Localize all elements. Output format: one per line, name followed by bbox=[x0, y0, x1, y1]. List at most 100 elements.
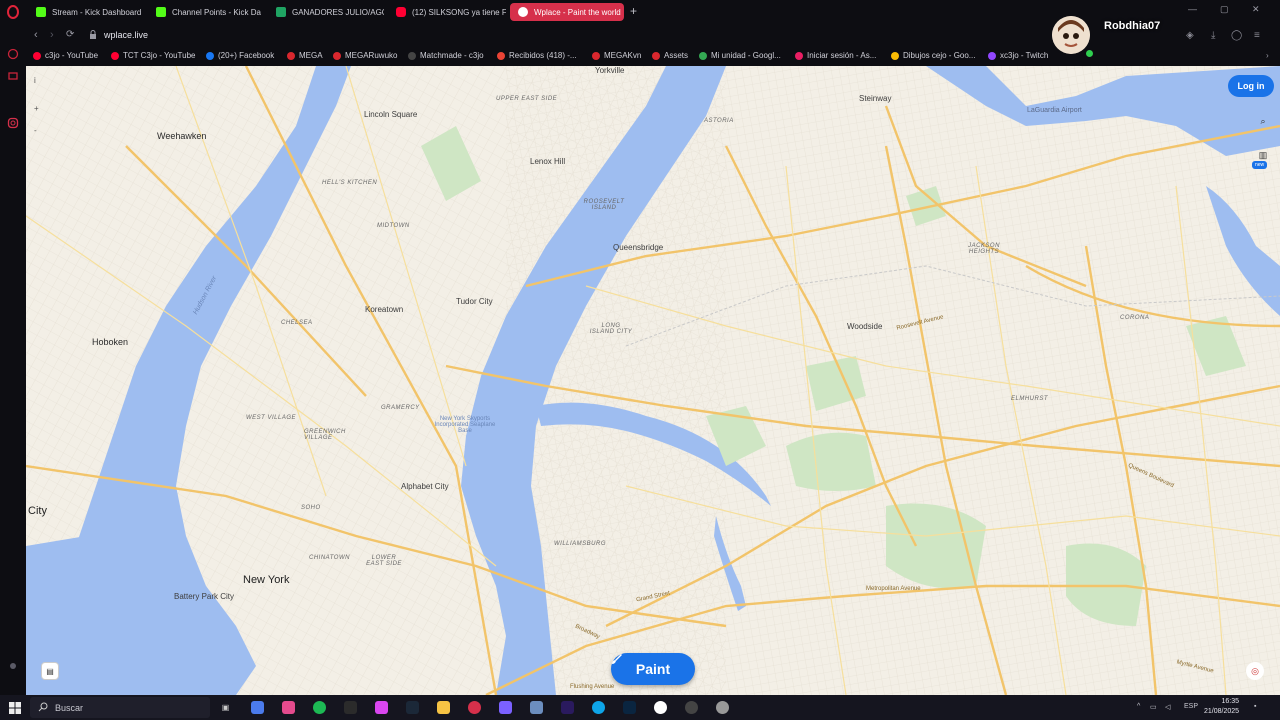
map-label: GRAMERCY bbox=[381, 405, 420, 411]
locate-icon[interactable]: ◎ bbox=[1246, 662, 1264, 680]
screen: Stream - Kick Dashboard Channel Points -… bbox=[0, 0, 1280, 720]
map-layers-icon[interactable]: ▤ bbox=[41, 662, 59, 680]
app-icon[interactable] bbox=[282, 701, 295, 714]
tab-label: GANADORES JULIO/AGO bbox=[292, 7, 384, 17]
twitch-icon bbox=[988, 51, 996, 60]
wallet-icon[interactable] bbox=[5, 68, 21, 84]
url-text[interactable]: wplace.live bbox=[104, 30, 148, 40]
map-label: WILLIAMSBURG bbox=[554, 541, 607, 547]
photoshop-icon[interactable] bbox=[623, 701, 636, 714]
explore-icon[interactable]: ⌕ bbox=[1254, 112, 1272, 130]
search-icon bbox=[38, 702, 48, 712]
map-label: CORONA bbox=[1120, 315, 1150, 321]
map-label: Koreatown bbox=[365, 305, 404, 314]
capcut-icon[interactable] bbox=[344, 701, 357, 714]
tab-silksong[interactable]: (12) SILKSONG ya tiene F bbox=[388, 3, 506, 21]
reload-icon[interactable]: ⟳ bbox=[66, 29, 74, 40]
login-button[interactable]: Log in bbox=[1228, 75, 1274, 97]
bookmark-item[interactable]: MEGAKvn bbox=[592, 51, 641, 60]
notifications-icon[interactable]: ▪ bbox=[1254, 703, 1256, 710]
map-label: CHELSEA bbox=[281, 320, 313, 326]
bookmark-item[interactable]: Iniciar sesión - As... bbox=[795, 51, 876, 60]
close-icon[interactable]: ✕ bbox=[1252, 4, 1260, 15]
bookmarks-more-icon[interactable]: › bbox=[1266, 51, 1269, 60]
spotify-icon[interactable] bbox=[313, 701, 326, 714]
bookmark-label: MEGARuwuko bbox=[345, 51, 398, 60]
map-label: Battery Park City bbox=[174, 592, 235, 601]
map-label: CHINATOWN bbox=[309, 555, 350, 561]
browser-sidebar bbox=[0, 0, 26, 695]
zoom-out-icon[interactable]: - bbox=[34, 126, 37, 135]
tab-stream-dashboard[interactable]: Stream - Kick Dashboard bbox=[28, 3, 146, 21]
tab-label: Wplace - Paint the world bbox=[534, 7, 621, 17]
menu-icon[interactable]: ≡ bbox=[1254, 30, 1260, 41]
bookmark-item[interactable]: Assets bbox=[652, 51, 688, 60]
bookmark-item[interactable]: Mi unidad - Googl... bbox=[699, 51, 781, 60]
app-icon[interactable] bbox=[375, 701, 388, 714]
bookmark-item[interactable]: Matchmade - c3jo bbox=[408, 51, 484, 60]
app-icon[interactable] bbox=[530, 701, 543, 714]
youtube-icon bbox=[111, 51, 119, 60]
map-label: ROOSEVELT ISLAND bbox=[583, 199, 625, 211]
premiere-icon[interactable] bbox=[561, 701, 574, 714]
taskbar-search[interactable]: Buscar bbox=[30, 697, 210, 718]
map-label: Steinway bbox=[859, 94, 892, 103]
new-tab-plus-icon[interactable]: + bbox=[630, 4, 637, 18]
clock-time: 16:35 bbox=[1221, 698, 1240, 705]
clock[interactable]: 16:35 21/08/2025 bbox=[1204, 697, 1239, 717]
wplace-icon bbox=[518, 7, 528, 17]
back-icon[interactable]: ‹ bbox=[34, 29, 38, 41]
tab-wplace[interactable]: Wplace - Paint the world bbox=[510, 3, 624, 21]
opera-icon[interactable] bbox=[468, 701, 481, 714]
network-icon[interactable]: ▭ bbox=[1150, 703, 1157, 711]
bookmark-item[interactable]: TCT C3jo - YouTube bbox=[111, 51, 195, 60]
app-icon[interactable] bbox=[716, 701, 729, 714]
info-icon[interactable]: i bbox=[34, 76, 36, 85]
edge-icon[interactable] bbox=[592, 701, 605, 714]
map-label: Flushing Avenue bbox=[570, 684, 615, 690]
bookmark-item[interactable]: Recibidos (418) -... bbox=[497, 51, 577, 60]
map-canvas[interactable]: Weehawken Hoboken City Lincoln Square Le… bbox=[26, 66, 1280, 695]
app-icon[interactable] bbox=[685, 701, 698, 714]
minimize-icon[interactable]: — bbox=[1188, 4, 1197, 14]
bookmark-item[interactable]: c3jo - YouTube bbox=[33, 51, 98, 60]
map-label: Woodside bbox=[847, 322, 883, 331]
map-label: Tudor City bbox=[456, 297, 493, 306]
map-label: Metropolitan Avenue bbox=[866, 586, 921, 592]
map-label: New York Skyports Incorporated Seaplane … bbox=[434, 416, 496, 434]
volume-icon[interactable]: ◁ bbox=[1165, 703, 1170, 711]
bookmark-item[interactable]: MEGARuwuko bbox=[333, 51, 397, 60]
map-label: WEST VILLAGE bbox=[246, 415, 297, 421]
bookmark-item[interactable]: (20+) Facebook bbox=[206, 51, 274, 60]
obs-icon[interactable] bbox=[654, 701, 667, 714]
file-explorer-icon[interactable] bbox=[437, 701, 450, 714]
opera-logo-icon[interactable] bbox=[5, 4, 21, 20]
streamer-name: Robdhia07 bbox=[1104, 20, 1161, 32]
history-icon[interactable] bbox=[5, 46, 21, 62]
steam-icon[interactable] bbox=[406, 701, 419, 714]
map-label: Lincoln Square bbox=[364, 110, 418, 119]
forward-icon[interactable]: › bbox=[50, 29, 54, 41]
online-status-icon bbox=[1086, 50, 1093, 57]
bookmark-item[interactable]: MEGA bbox=[287, 51, 323, 60]
kick-icon bbox=[36, 7, 46, 17]
windows-start-icon[interactable] bbox=[8, 701, 21, 714]
tab-ganadores[interactable]: GANADORES JULIO/AGO bbox=[268, 3, 384, 21]
bookmark-label: Iniciar sesión - As... bbox=[807, 51, 877, 60]
map-label: LaGuardia Airport bbox=[1027, 107, 1082, 114]
app-icon[interactable] bbox=[499, 701, 512, 714]
matchmade-icon bbox=[408, 51, 416, 60]
tab-channel-points[interactable]: Channel Points - Kick Da bbox=[148, 3, 264, 21]
mega-icon bbox=[652, 51, 660, 60]
language-indicator[interactable]: ESP bbox=[1184, 703, 1198, 710]
task-view-icon[interactable]: ▣ bbox=[219, 701, 232, 714]
bookmark-item[interactable]: Dibujos cejo - Goo... bbox=[891, 51, 975, 60]
tray-chevron-icon[interactable]: ^ bbox=[1137, 703, 1140, 710]
sidebar-settings-icon[interactable] bbox=[5, 658, 21, 674]
copilot-icon[interactable] bbox=[251, 701, 264, 714]
zoom-in-icon[interactable]: + bbox=[34, 104, 39, 113]
instagram-icon[interactable] bbox=[5, 115, 21, 131]
paint-button[interactable]: Paint bbox=[611, 653, 695, 685]
bookmark-item[interactable]: xc3jo - Twitch bbox=[988, 51, 1048, 60]
bookmark-label: Mi unidad - Googl... bbox=[711, 51, 781, 60]
